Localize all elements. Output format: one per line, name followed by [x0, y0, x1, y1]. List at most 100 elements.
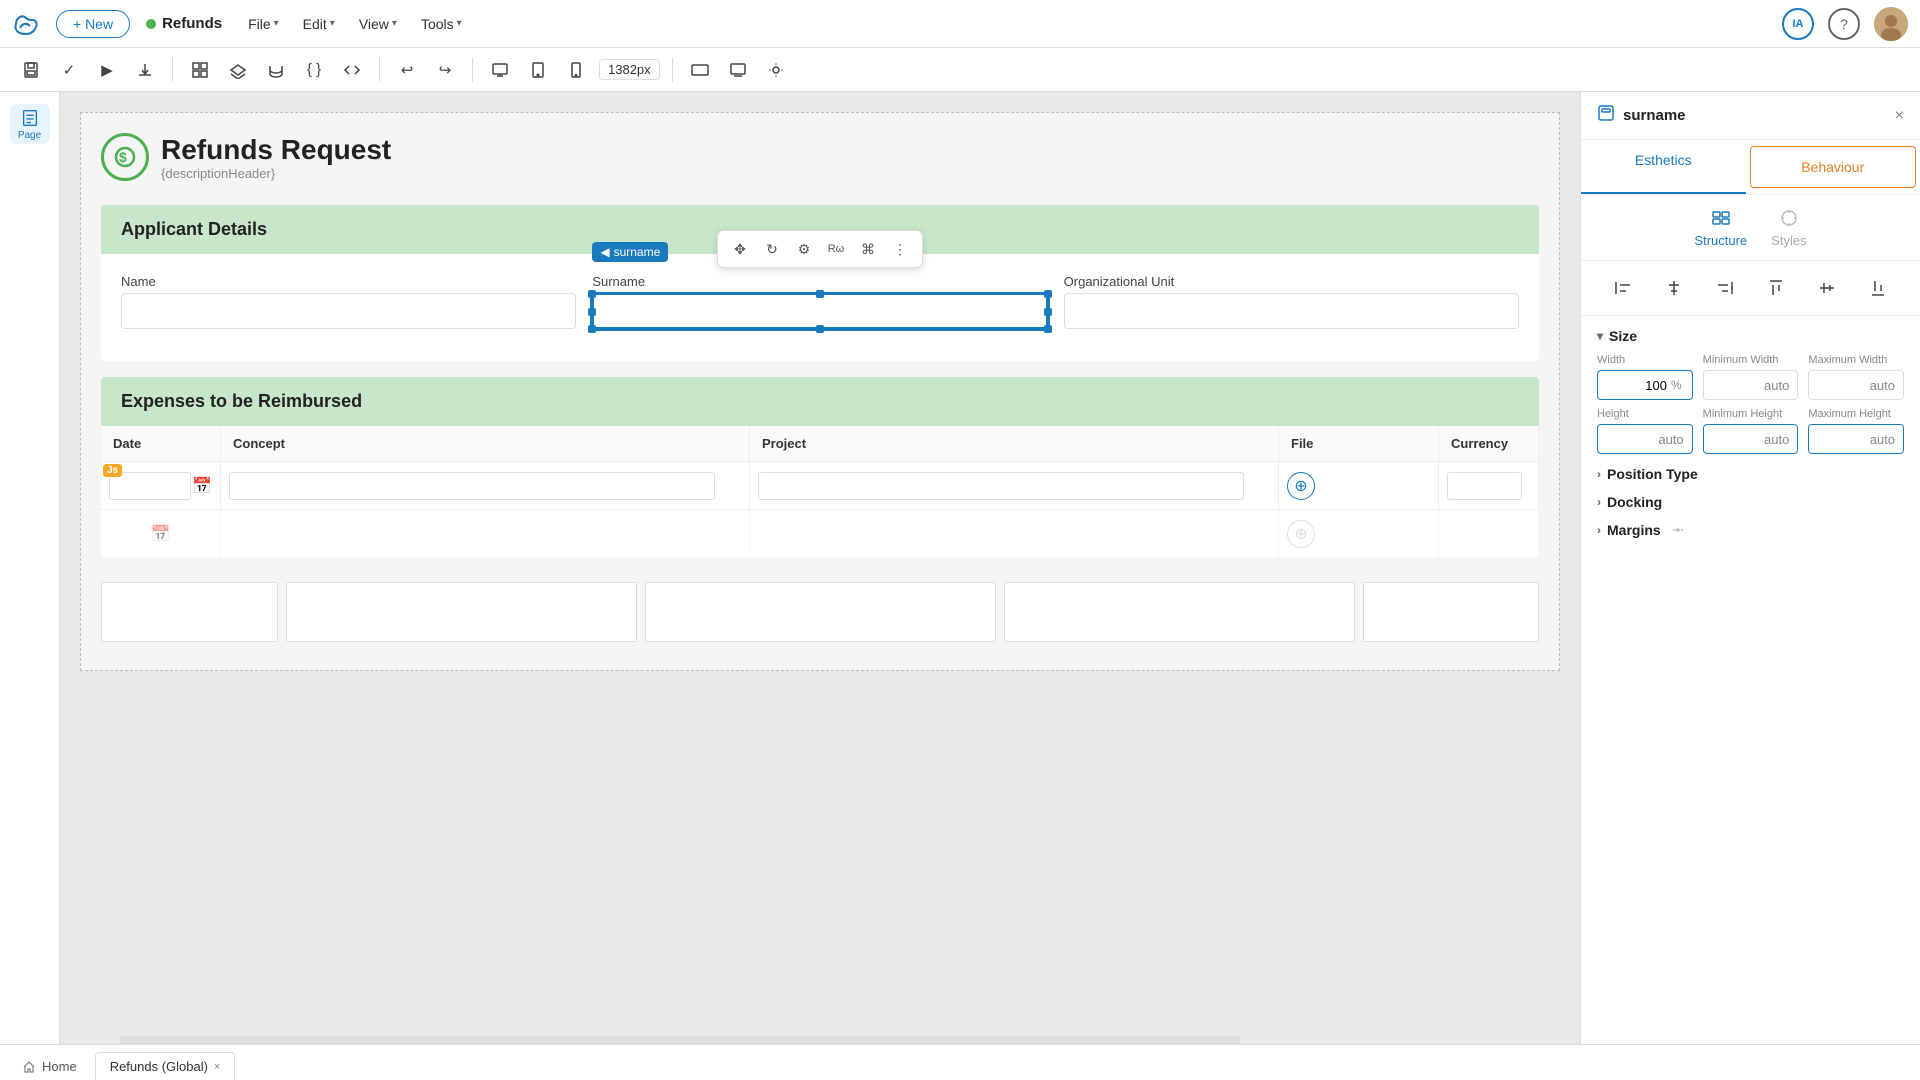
menu-tools[interactable]: Tools▾ [411, 12, 472, 36]
max-height-group: Maximum Height auto [1808, 408, 1904, 454]
align-left-btn[interactable] [1608, 273, 1638, 303]
ia-button[interactable]: IA [1782, 8, 1814, 40]
float-more-btn[interactable]: ⋮ [886, 235, 914, 263]
expenses-section-title: Expenses to be Reimbursed [121, 391, 1519, 412]
col-currency: Currency [1439, 426, 1539, 461]
panel-close-button[interactable]: × [1895, 107, 1904, 125]
row1-project-cell [750, 462, 1279, 509]
surname-tag-label: surname [614, 245, 661, 259]
margins-title[interactable]: › Margins [1597, 522, 1904, 538]
responsive-button[interactable] [685, 55, 715, 85]
surname-tag-arrow: ◀ [600, 245, 609, 259]
align-center-h-btn[interactable] [1659, 273, 1689, 303]
float-move-btn[interactable]: ✥ [726, 235, 754, 263]
height-label: Height [1597, 408, 1693, 420]
separator-3 [472, 58, 473, 82]
align-top-btn[interactable] [1761, 273, 1791, 303]
user-avatar[interactable] [1874, 7, 1908, 41]
home-icon [22, 1060, 36, 1074]
desktop-view-button[interactable] [485, 55, 515, 85]
app-logo [12, 10, 40, 38]
row1-currency-input[interactable] [1447, 472, 1522, 500]
check-button[interactable]: ✓ [54, 55, 84, 85]
svg-text:$: $ [119, 149, 127, 165]
name-input[interactable] [121, 293, 576, 329]
width-row: Width % Minimum Width auto Maximum Width… [1597, 354, 1904, 400]
panel-header: surname × [1581, 92, 1920, 140]
bottom-cell-3 [645, 582, 996, 642]
col-date: Date [101, 426, 221, 461]
save-button[interactable] [16, 55, 46, 85]
status-dot [146, 19, 156, 29]
min-width-group: Minimum Width auto [1703, 354, 1799, 400]
max-height-input[interactable]: auto [1808, 424, 1904, 454]
sub-tab-styles[interactable]: Styles [1771, 207, 1806, 248]
row2-concept-cell [221, 510, 750, 557]
data-button[interactable] [261, 55, 291, 85]
panel-element-icon [1597, 104, 1615, 127]
export-button[interactable] [130, 55, 160, 85]
width-group: Width % [1597, 354, 1693, 400]
position-chevron-icon: › [1597, 467, 1601, 481]
surname-input[interactable] [592, 293, 1047, 329]
refunds-tab-close[interactable]: × [214, 1061, 220, 1073]
menu-edit[interactable]: Edit▾ [293, 12, 345, 36]
panel-tabs: Esthetics Behaviour [1581, 140, 1920, 195]
min-width-input[interactable]: auto [1703, 370, 1799, 400]
width-input[interactable] [1627, 378, 1667, 393]
min-height-input[interactable]: auto [1703, 424, 1799, 454]
org-unit-input[interactable] [1064, 293, 1519, 329]
width-unit: % [1667, 378, 1686, 392]
height-row: Height auto Minimum Height auto Maximum … [1597, 408, 1904, 454]
run-button[interactable]: ▶ [92, 55, 122, 85]
float-settings-btn[interactable]: ⚙ [790, 235, 818, 263]
surname-tag: ◀ surname [592, 242, 668, 262]
sub-tab-structure[interactable]: Structure [1694, 207, 1747, 248]
tablet-view-button[interactable] [523, 55, 553, 85]
min-height-label: Minimum Height [1703, 408, 1799, 420]
layers-button[interactable] [223, 55, 253, 85]
sub-tab-structure-label: Structure [1694, 233, 1747, 248]
file-upload-btn-1[interactable]: ⊕ [1287, 472, 1315, 500]
tab-esthetics[interactable]: Esthetics [1581, 140, 1746, 194]
size-section-title[interactable]: ▾ Size [1597, 328, 1904, 344]
new-button[interactable]: + New [56, 10, 130, 38]
preview-button[interactable] [723, 55, 753, 85]
position-type-label: Position Type [1607, 466, 1698, 482]
height-input[interactable]: auto [1597, 424, 1693, 454]
document-name: Refunds [146, 15, 222, 32]
surname-label: Surname [592, 274, 1047, 289]
float-rotate-btn[interactable]: ↻ [758, 235, 786, 263]
max-width-input[interactable]: auto [1808, 370, 1904, 400]
h-scrollbar[interactable] [120, 1036, 1240, 1044]
float-rx-btn[interactable]: Rω [822, 235, 850, 263]
sidebar-item-page[interactable]: Page [10, 104, 50, 144]
undo-button[interactable]: ↩ [392, 55, 422, 85]
canvas-area[interactable]: $ Refunds Request {descriptionHeader} Ap… [60, 92, 1580, 1044]
float-link-btn[interactable]: ⌘ [854, 235, 882, 263]
redo-button[interactable]: ↪ [430, 55, 460, 85]
align-center-v-btn[interactable] [1812, 273, 1842, 303]
mobile-view-button[interactable] [561, 55, 591, 85]
menu-file[interactable]: File▾ [238, 12, 289, 36]
row1-concept-input[interactable] [229, 472, 715, 500]
row1-file-cell: ⊕ [1279, 462, 1439, 509]
file-upload-btn-2[interactable]: ⊕ [1287, 520, 1315, 548]
settings-button[interactable] [761, 55, 791, 85]
components-button[interactable] [185, 55, 215, 85]
row1-project-input[interactable] [758, 472, 1244, 500]
align-right-btn[interactable] [1710, 273, 1740, 303]
refunds-tab[interactable]: Refunds (Global) × [95, 1052, 236, 1080]
home-tab[interactable]: Home [8, 1053, 91, 1080]
menu-view[interactable]: View▾ [349, 12, 407, 36]
expenses-section-header: Expenses to be Reimbursed [101, 377, 1539, 426]
position-type-title[interactable]: › Position Type [1597, 466, 1904, 482]
docking-title[interactable]: › Docking [1597, 494, 1904, 510]
size-section: ▾ Size Width % Minimum Width auto [1597, 328, 1904, 454]
help-button[interactable]: ? [1828, 8, 1860, 40]
align-bottom-btn[interactable] [1863, 273, 1893, 303]
code-button[interactable]: { } [299, 55, 329, 85]
code-editor-button[interactable] [337, 55, 367, 85]
height-group: Height auto [1597, 408, 1693, 454]
tab-behaviour[interactable]: Behaviour [1750, 146, 1917, 188]
